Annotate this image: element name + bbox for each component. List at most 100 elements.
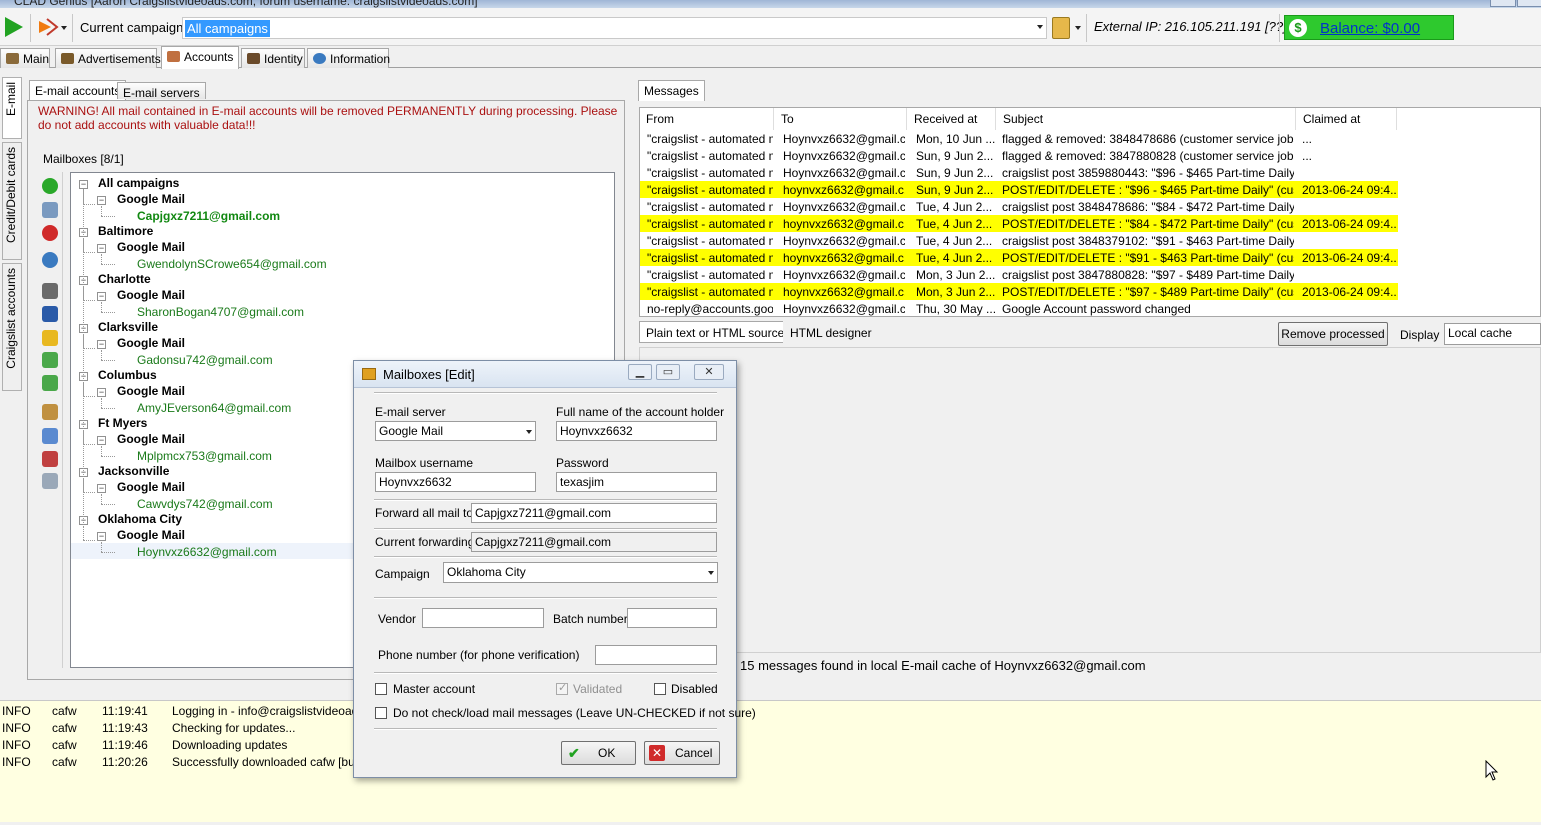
collapse-icon[interactable]: − <box>97 340 106 349</box>
phone-field[interactable] <box>595 645 717 665</box>
collapse-icon[interactable]: − <box>97 196 106 205</box>
tree-email[interactable]: Hoynvxz6632@gmail.com <box>137 545 277 559</box>
tree-email[interactable]: Cawvdys742@gmail.com <box>137 497 273 511</box>
copy-icon[interactable] <box>42 473 58 489</box>
message-row[interactable]: no-reply@accounts.goo... Hoynvxz6632@gmai… <box>640 300 1398 316</box>
campaign-select[interactable]: All campaigns <box>182 17 1047 39</box>
column-header-claimed[interactable]: Claimed at <box>1297 108 1397 130</box>
column-header-from[interactable]: From <box>640 108 774 130</box>
minimize-button[interactable] <box>1490 0 1516 7</box>
side-tab-email[interactable]: E-mail <box>2 77 22 139</box>
message-row[interactable]: "craigslist - automated m... hoynvxz6632@… <box>640 215 1398 232</box>
add-icon[interactable] <box>42 178 58 194</box>
dialog-minimize-button[interactable]: ▁ <box>628 364 652 380</box>
tab-advertisements[interactable]: Advertisements <box>55 48 161 68</box>
column-header-subject[interactable]: Subject <box>997 108 1296 130</box>
collapse-icon[interactable]: − <box>79 180 88 189</box>
column-header-to[interactable]: To <box>775 108 907 130</box>
username-field[interactable]: Hoynvxz6632 <box>375 472 536 492</box>
tree-server[interactable]: Google Mail <box>117 528 185 542</box>
tree-server[interactable]: Google Mail <box>117 240 185 254</box>
side-tab-cards[interactable]: Credit/Debit cards <box>2 142 22 260</box>
tree-campaign[interactable]: All campaigns <box>98 176 179 190</box>
tree-campaign[interactable]: Charlotte <box>98 272 151 286</box>
tab-html-designer[interactable]: HTML designer <box>783 321 879 343</box>
tree-server[interactable]: Google Mail <box>117 384 185 398</box>
database-icon[interactable] <box>42 306 58 322</box>
cancel-button[interactable]: ✕ Cancel <box>644 741 720 765</box>
message-row[interactable]: "craigslist - automated m... hoynvxz6632@… <box>640 181 1398 198</box>
message-row[interactable]: "craigslist - automated m... Hoynvxz6632@… <box>640 130 1398 147</box>
ok-button[interactable]: ✔ OK <box>561 741 636 765</box>
tree-campaign[interactable]: Clarksville <box>98 320 158 334</box>
tree-campaign[interactable]: Oklahoma City <box>98 512 182 526</box>
message-row[interactable]: "craigslist - automated m... hoynvxz6632@… <box>640 283 1398 300</box>
message-row[interactable]: "craigslist - automated m... Hoynvxz6632@… <box>640 266 1398 283</box>
search-icon[interactable] <box>42 404 58 420</box>
tree-email[interactable]: Capjgxz7211@gmail.com <box>137 209 280 223</box>
collapse-icon[interactable]: − <box>97 388 106 397</box>
column-header-received[interactable]: Received at <box>908 108 996 130</box>
no-check-mail-checkbox[interactable] <box>375 707 387 719</box>
tab-email-servers[interactable]: E-mail servers <box>117 82 206 100</box>
balance-link[interactable]: Balance: $0.00 <box>1320 20 1420 37</box>
tab-plain-text[interactable]: Plain text or HTML source <box>639 321 792 343</box>
export-icon[interactable] <box>42 375 58 391</box>
collapse-icon[interactable]: − <box>97 244 106 253</box>
clipboard-icon[interactable] <box>1052 17 1070 39</box>
tree-server[interactable]: Google Mail <box>117 336 185 350</box>
mail-error-icon[interactable] <box>42 451 58 467</box>
message-row[interactable]: "craigslist - automated m... Hoynvxz6632@… <box>640 198 1398 215</box>
tree-email[interactable]: SharonBogan4707@gmail.com <box>137 305 304 319</box>
tree-server[interactable]: Google Mail <box>117 288 185 302</box>
tree-server[interactable]: Google Mail <box>117 480 185 494</box>
remove-processed-button[interactable]: Remove processed <box>1278 322 1388 346</box>
tree-campaign[interactable]: Jacksonville <box>98 464 169 478</box>
campaign-field-select[interactable]: Oklahoma City <box>443 562 718 583</box>
tab-messages[interactable]: Messages <box>638 80 705 101</box>
password-field[interactable]: texasjim <box>556 472 717 492</box>
tab-email-accounts[interactable]: E-mail accounts <box>29 80 127 101</box>
tree-campaign[interactable]: Ft Myers <box>98 416 147 430</box>
star-icon[interactable] <box>42 330 58 346</box>
tree-server[interactable]: Google Mail <box>117 432 185 446</box>
full-name-field[interactable]: Hoynvxz6632 <box>556 421 717 441</box>
tab-information[interactable]: Information <box>307 48 390 68</box>
start-icon[interactable] <box>5 17 23 37</box>
vendor-field[interactable] <box>422 608 544 628</box>
tab-main[interactable]: Main <box>0 48 50 68</box>
collapse-icon[interactable]: − <box>97 292 106 301</box>
messages-grid[interactable]: From To Received at Subject Claimed at "… <box>639 107 1541 317</box>
refresh-icon[interactable] <box>42 252 58 268</box>
message-row[interactable]: "craigslist - automated m... hoynvxz6632@… <box>640 249 1398 266</box>
balance-badge[interactable]: $ Balance: $0.00 <box>1284 15 1454 40</box>
dialog-close-button[interactable]: ✕ <box>694 364 724 380</box>
tree-email[interactable]: GwendolynSCrowe654@gmail.com <box>137 257 327 271</box>
disabled-checkbox[interactable] <box>654 683 666 695</box>
dropdown-arrow-icon[interactable] <box>61 26 67 30</box>
collapse-icon[interactable]: − <box>97 484 106 493</box>
close-button[interactable] <box>1517 0 1541 7</box>
message-row[interactable]: "craigslist - automated m... Hoynvxz6632@… <box>640 232 1398 249</box>
edit-icon[interactable] <box>42 202 58 218</box>
tree-email[interactable]: Gadonsu742@gmail.com <box>137 353 273 367</box>
tab-identity[interactable]: Identity <box>241 48 305 68</box>
message-row[interactable]: "craigslist - automated m... Hoynvxz6632@… <box>640 147 1398 164</box>
clipboard-dropdown-icon[interactable] <box>1075 26 1081 30</box>
side-tab-craigslist[interactable]: Craigslist accounts <box>2 263 22 391</box>
tab-accounts[interactable]: Accounts <box>161 46 239 69</box>
tree-email[interactable]: Mplpmcx753@gmail.com <box>137 449 272 463</box>
tree-email[interactable]: AmyJEverson64@gmail.com <box>137 401 291 415</box>
collapse-icon[interactable]: − <box>97 532 106 541</box>
message-row[interactable]: "craigslist - automated m... Hoynvxz6632@… <box>640 164 1398 181</box>
tree-campaign[interactable]: Columbus <box>98 368 157 382</box>
import-icon[interactable] <box>42 352 58 368</box>
filter-icon[interactable] <box>42 283 58 299</box>
display-select[interactable]: Local cache <box>1444 323 1541 345</box>
dialog-maximize-button[interactable]: ▭ <box>656 364 680 380</box>
inbox-icon[interactable] <box>42 428 58 444</box>
batch-field[interactable] <box>627 608 717 628</box>
forward-field[interactable]: Capjgxz7211@gmail.com <box>471 503 717 523</box>
delete-icon[interactable] <box>42 225 58 241</box>
tree-campaign[interactable]: Baltimore <box>98 224 153 238</box>
